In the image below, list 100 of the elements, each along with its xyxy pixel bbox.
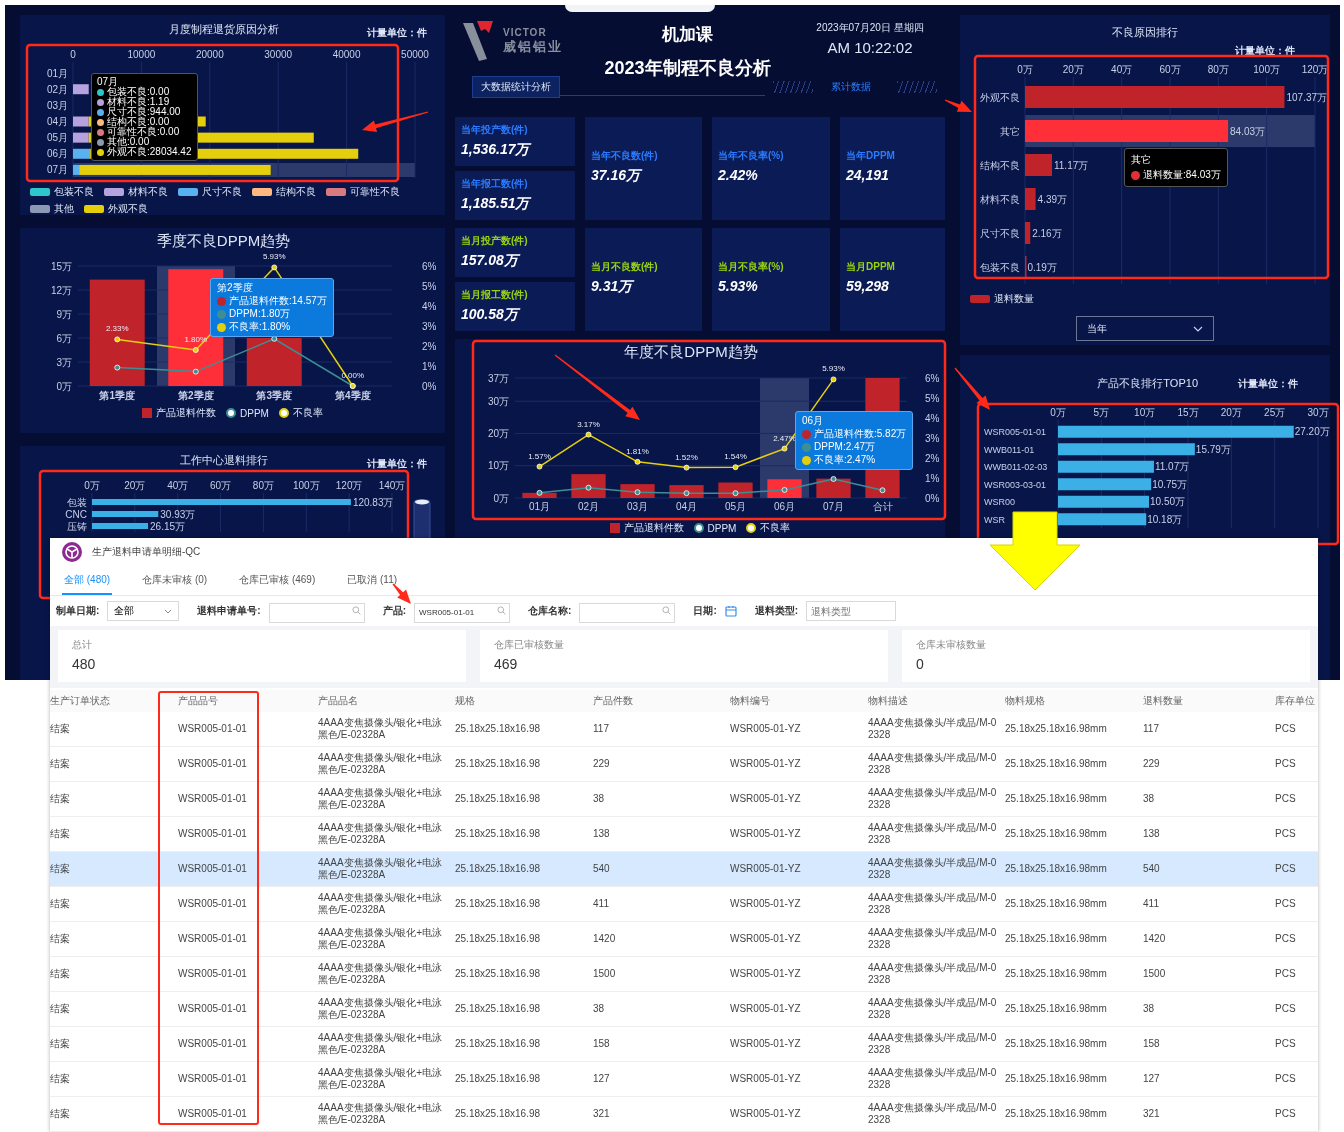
filter-label: 产品: (382, 604, 407, 618)
value-label: 30.93万 (160, 508, 196, 520)
panel-title: 产品不良排行TOP10 (1097, 376, 1198, 391)
axis-label: 80万 (1207, 64, 1229, 75)
axis-label: 2% (925, 452, 940, 464)
unit-label: 计量单位：件 (367, 26, 427, 40)
table-cell: 结案 (50, 956, 178, 992)
axis-label: 02月 (46, 83, 68, 95)
table-cell: 4AAA变焦摄像头/半成品/M-02328 (868, 1096, 1005, 1132)
legend-label: 可靠性不良 (350, 185, 400, 199)
axis-label: 04月 (675, 501, 698, 512)
table-cell: WSR005-01-01 (178, 712, 318, 747)
table-cell: 4AAA变焦摄像头/半成品/M-02328 (868, 781, 1005, 817)
axis-label: 0万 (1017, 64, 1033, 75)
axis-label: 40万 (1111, 64, 1133, 75)
legend-label: DPPM (240, 407, 269, 419)
value-label: 27.20万 (1294, 426, 1330, 438)
tooltip-text: 不良率:1.80% (229, 321, 291, 333)
table-cell: 25.18x25.18x16.98 (455, 712, 593, 747)
axis-label: 60万 (210, 480, 232, 491)
table-cell: 4AAA变焦摄像头/半成品/M-02328 (868, 816, 1005, 852)
table-cell: 4AAA变焦摄像头/银化+电泳黑色/E-02328A (318, 956, 455, 992)
table-cell: WSR005-01-01 (178, 1061, 318, 1097)
axis-label: 10万 (487, 460, 509, 472)
table-cell: 1420 (593, 921, 730, 957)
axis-label: 0% (422, 380, 437, 392)
table-cell: 4AAA变焦摄像头/半成品/M-02328 (868, 956, 1005, 992)
logo-name: 威铝铝业 (503, 37, 563, 56)
tooltip-text: 可靠性不良:0.00 (107, 127, 180, 137)
table-cell: 38 (1143, 781, 1275, 817)
value-label: 2.16万 (1032, 227, 1062, 239)
kpi-label: 当月DPPM (846, 260, 896, 274)
table-cell: 25.18x25.18x16.98mm (1005, 1096, 1143, 1132)
table-cell: 25.18x25.18x16.98 (455, 746, 593, 782)
table-cell: WSR005-01-YZ (730, 816, 868, 852)
table-cell: 结案 (50, 712, 178, 747)
axis-label: 50000 (401, 49, 429, 60)
table-cell: 229 (1143, 746, 1275, 782)
department-title: 机加课 (662, 24, 713, 46)
table-cell: 25.18x25.18x16.98 (455, 921, 593, 957)
axis-label: 20000 (195, 49, 224, 60)
stat-value: 0 (916, 656, 925, 672)
tooltip-title: 06月 (802, 415, 825, 427)
value-label: 1.81% (626, 446, 649, 456)
axis-label: 5% (422, 280, 437, 292)
axis-label: 3% (422, 320, 437, 332)
axis-label: 06月 (46, 148, 68, 160)
table-cell: 38 (593, 781, 730, 817)
kpi-value: 1,185.51万 (461, 195, 533, 213)
table-cell: PCS (1275, 1026, 1318, 1062)
value-label: 1.52% (675, 452, 698, 462)
axis-label: WWB011-01 (984, 444, 1035, 455)
table-cell: PCS (1275, 991, 1318, 1027)
axis-label: 0万 (493, 492, 509, 504)
table-cell: PCS (1275, 1096, 1318, 1132)
axis-label: 压铸 (67, 520, 87, 532)
table-cell: 229 (593, 746, 730, 782)
axis-label: WWB011-02-03 (984, 462, 1048, 473)
table-cell: 25.18x25.18x16.98mm (1005, 991, 1143, 1027)
legend-label: 外观不良 (108, 202, 148, 216)
axis-label: 3万 (56, 356, 72, 368)
axis-label: 100万 (1253, 64, 1280, 75)
tooltip-text: 尺寸不良:944.00 (107, 107, 181, 117)
table-cell: 4AAA变焦摄像头/半成品/M-02328 (868, 1026, 1005, 1062)
axis-label: 37万 (487, 372, 509, 384)
table-cell: 127 (1143, 1061, 1275, 1097)
value-label: 5.93% (822, 364, 845, 374)
unit-label: 计量单位：件 (1238, 377, 1298, 391)
value-label: 4.39万 (1037, 193, 1068, 205)
legend-label: 材料不良 (128, 185, 168, 199)
axis-label: 外观不良 (980, 91, 1020, 103)
kpi-label: 当年投产数(件) (461, 123, 529, 137)
axis-label: 01月 (528, 501, 551, 512)
kpi-label: 当年不良数(件) (591, 149, 659, 163)
table-cell: 1500 (1143, 956, 1275, 992)
legend-label: 结构不良 (276, 185, 316, 199)
table-cell: 结案 (50, 746, 178, 782)
table-cell: 4AAA变焦摄像头/半成品/M-02328 (868, 851, 1005, 887)
table-cell: WSR005-01-01 (178, 921, 318, 957)
table-cell: 25.18x25.18x16.98 (455, 1096, 593, 1132)
date-label: 2023年07月20日 星期四 (816, 21, 924, 35)
table-cell: WSR005-01-YZ (730, 886, 868, 922)
table-cell: 结案 (50, 1026, 178, 1062)
stat-label: 仓库已审核数量 (494, 638, 565, 652)
axis-label: 9万 (56, 308, 72, 320)
value-label: 11.17万 (1054, 159, 1089, 171)
kpi-value: 9.31万 (591, 278, 636, 296)
table-cell: 138 (593, 816, 730, 852)
axis-label: 20万 (124, 480, 146, 491)
dashboard-title: 2023年制程不良分析 (604, 57, 771, 80)
tooltip-text: 包装不良:0.00 (107, 87, 170, 97)
axis-label: 30万 (487, 395, 509, 407)
stat-value: 480 (72, 656, 97, 672)
tooltip-text: 材料不良:1.19 (107, 97, 170, 107)
table-cell: PCS (1275, 851, 1318, 887)
column-header: 物料规格 (1005, 690, 1143, 712)
unit-label: 计量单位：件 (1235, 44, 1295, 58)
table-cell: 321 (1143, 1096, 1275, 1132)
axis-label: 第4季度 (334, 390, 371, 401)
axis-label: 3% (925, 432, 940, 444)
